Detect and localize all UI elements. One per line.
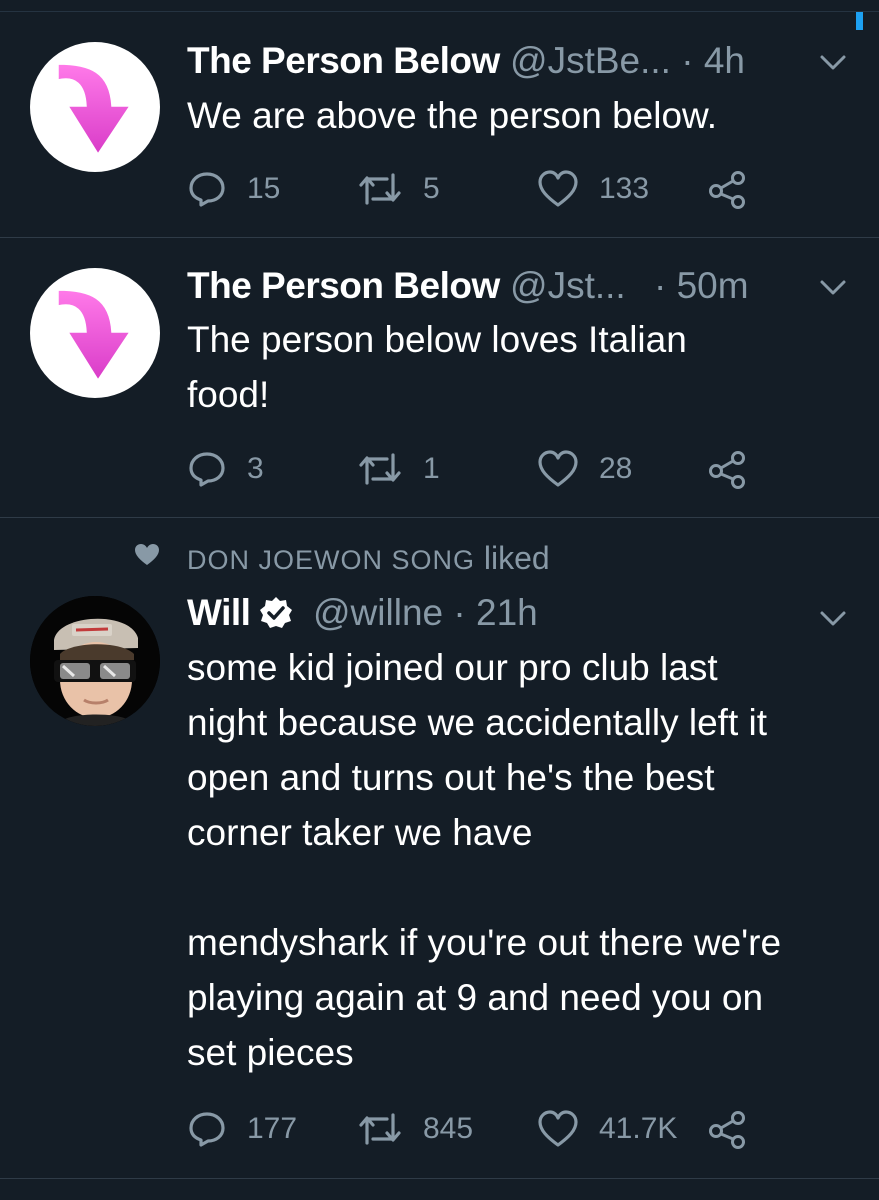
handle[interactable]: @Jst... bbox=[510, 265, 626, 306]
share-icon bbox=[709, 1111, 745, 1149]
handle[interactable]: @willne bbox=[313, 592, 443, 633]
action-bar: 15 5 133 bbox=[187, 167, 757, 211]
tweet-text: We are above the person below. bbox=[187, 95, 717, 136]
verified-badge-icon bbox=[259, 597, 292, 628]
share-button[interactable] bbox=[707, 447, 747, 491]
timestamp[interactable]: 4h bbox=[704, 40, 745, 81]
retweet-icon bbox=[359, 1113, 401, 1145]
handle[interactable]: @JstBe... bbox=[510, 40, 671, 81]
retweet-button[interactable]: 845 bbox=[357, 1107, 473, 1151]
heart-icon bbox=[538, 450, 578, 487]
chevron-down-icon[interactable] bbox=[817, 46, 849, 78]
heart-icon bbox=[538, 1110, 578, 1147]
share-icon bbox=[709, 451, 745, 489]
like-button[interactable]: 133 bbox=[537, 167, 649, 211]
share-icon bbox=[709, 171, 745, 209]
display-name[interactable]: The Person Below bbox=[187, 265, 500, 306]
tweet-divider bbox=[0, 237, 879, 238]
reply-count: 3 bbox=[247, 452, 264, 485]
time-separator: · bbox=[670, 40, 704, 81]
tweet-divider bbox=[0, 1178, 879, 1179]
heart-icon bbox=[538, 170, 578, 207]
avatar[interactable] bbox=[30, 596, 160, 726]
share-button[interactable] bbox=[707, 167, 747, 211]
reply-button[interactable]: 3 bbox=[187, 447, 264, 491]
social-context-user[interactable]: DON JOEWON SONG bbox=[187, 545, 475, 575]
retweet-icon bbox=[359, 453, 401, 485]
liked-heart-icon bbox=[135, 544, 159, 565]
like-button[interactable]: 28 bbox=[537, 447, 632, 491]
reply-button[interactable]: 177 bbox=[187, 1107, 297, 1151]
time-separator: · bbox=[643, 265, 677, 306]
reply-icon bbox=[189, 1112, 225, 1147]
chevron-down-icon[interactable] bbox=[817, 271, 849, 303]
social-context: DON JOEWON SONG liked bbox=[187, 536, 550, 582]
retweet-button[interactable]: 1 bbox=[357, 447, 440, 491]
pink-down-arrow-icon bbox=[57, 63, 132, 156]
reply-count: 15 bbox=[247, 172, 281, 205]
like-button[interactable]: 41.7K bbox=[537, 1107, 677, 1151]
action-bar: 3 1 28 bbox=[187, 447, 757, 491]
retweet-icon bbox=[359, 173, 401, 205]
timestamp[interactable]: 21h bbox=[476, 592, 538, 633]
retweet-count: 1 bbox=[423, 452, 440, 485]
chevron-down-icon[interactable] bbox=[817, 602, 849, 634]
like-count: 41.7K bbox=[599, 1112, 678, 1145]
timestamp[interactable]: 50m bbox=[677, 265, 749, 306]
retweet-count: 845 bbox=[423, 1112, 474, 1145]
tweet-text: The person below loves Italian food! bbox=[187, 319, 687, 415]
time-separator: · bbox=[443, 592, 476, 633]
avatar[interactable] bbox=[30, 268, 160, 398]
avatar[interactable] bbox=[30, 42, 160, 172]
share-button[interactable] bbox=[707, 1107, 747, 1151]
tweet-divider bbox=[0, 517, 879, 518]
scroll-indicator[interactable] bbox=[856, 12, 863, 30]
reply-icon bbox=[189, 452, 225, 487]
reply-icon bbox=[189, 172, 225, 207]
top-divider bbox=[0, 11, 879, 12]
tweet-header: The Person Below @JstBe... · 4h bbox=[187, 38, 849, 84]
reply-count: 177 bbox=[247, 1112, 298, 1145]
retweet-button[interactable]: 5 bbox=[357, 167, 440, 211]
tweet-header: The Person Below @Jst... · 50m bbox=[187, 263, 849, 309]
tweet-text: some kid joined our pro club last night … bbox=[187, 647, 782, 1073]
like-count: 133 bbox=[599, 172, 650, 205]
tweet-header: Will @willne · 21h bbox=[187, 590, 849, 636]
action-bar: 177 845 41.7K bbox=[187, 1107, 757, 1151]
display-name[interactable]: The Person Below bbox=[187, 40, 500, 81]
pink-down-arrow-icon bbox=[57, 289, 132, 382]
display-name[interactable]: Will bbox=[187, 592, 251, 633]
person-with-glasses-icon bbox=[30, 596, 160, 726]
reply-button[interactable]: 15 bbox=[187, 167, 280, 211]
retweet-count: 5 bbox=[423, 172, 440, 205]
like-count: 28 bbox=[599, 452, 633, 485]
social-context-action: liked bbox=[483, 540, 550, 576]
